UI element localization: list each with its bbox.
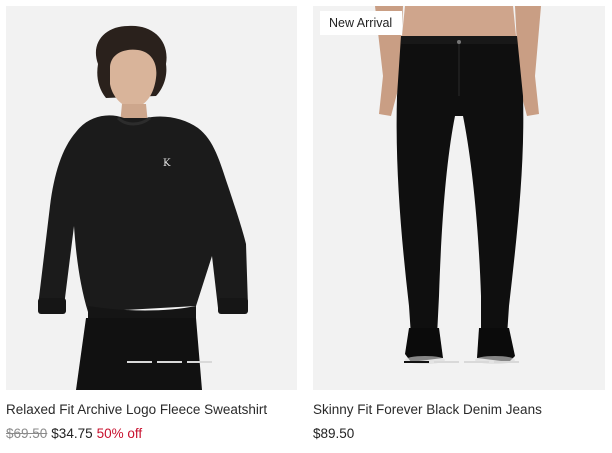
image-carousel-indicator (6, 361, 297, 363)
carousel-dot-1[interactable] (97, 361, 122, 363)
price-row: $89.50 (313, 425, 354, 443)
svg-text:K: K (163, 158, 171, 169)
jeans-model-image (313, 6, 605, 390)
carousel-dot-4[interactable] (494, 361, 519, 363)
new-arrival-badge: New Arrival (320, 11, 403, 35)
price-row: $69.50 $34.75 50% off (6, 425, 142, 443)
product-card[interactable]: K (6, 6, 297, 390)
sale-price: $34.75 (51, 426, 93, 441)
image-carousel-indicator (313, 361, 605, 363)
carousel-dot-4[interactable] (187, 361, 212, 363)
product-title[interactable]: Skinny Fit Forever Black Denim Jeans (313, 401, 542, 419)
discount-label: 50% off (96, 426, 143, 441)
product-card[interactable]: New Arrival (313, 6, 605, 390)
original-price: $69.50 (6, 426, 48, 441)
product-image[interactable]: New Arrival (313, 6, 605, 390)
carousel-dot-2[interactable] (434, 361, 459, 363)
product-price: $89.50 (313, 426, 355, 441)
carousel-dot-3[interactable] (157, 361, 182, 363)
carousel-dot-3[interactable] (464, 361, 489, 363)
product-grid: K Relaxed Fit Archive Logo Fleece Sweats… (0, 0, 612, 453)
carousel-dot-2[interactable] (127, 361, 152, 363)
sweatshirt-model-image: K (6, 6, 297, 390)
product-title[interactable]: Relaxed Fit Archive Logo Fleece Sweatshi… (6, 401, 267, 419)
carousel-dot-1[interactable] (404, 361, 429, 363)
product-image[interactable]: K (6, 6, 297, 390)
